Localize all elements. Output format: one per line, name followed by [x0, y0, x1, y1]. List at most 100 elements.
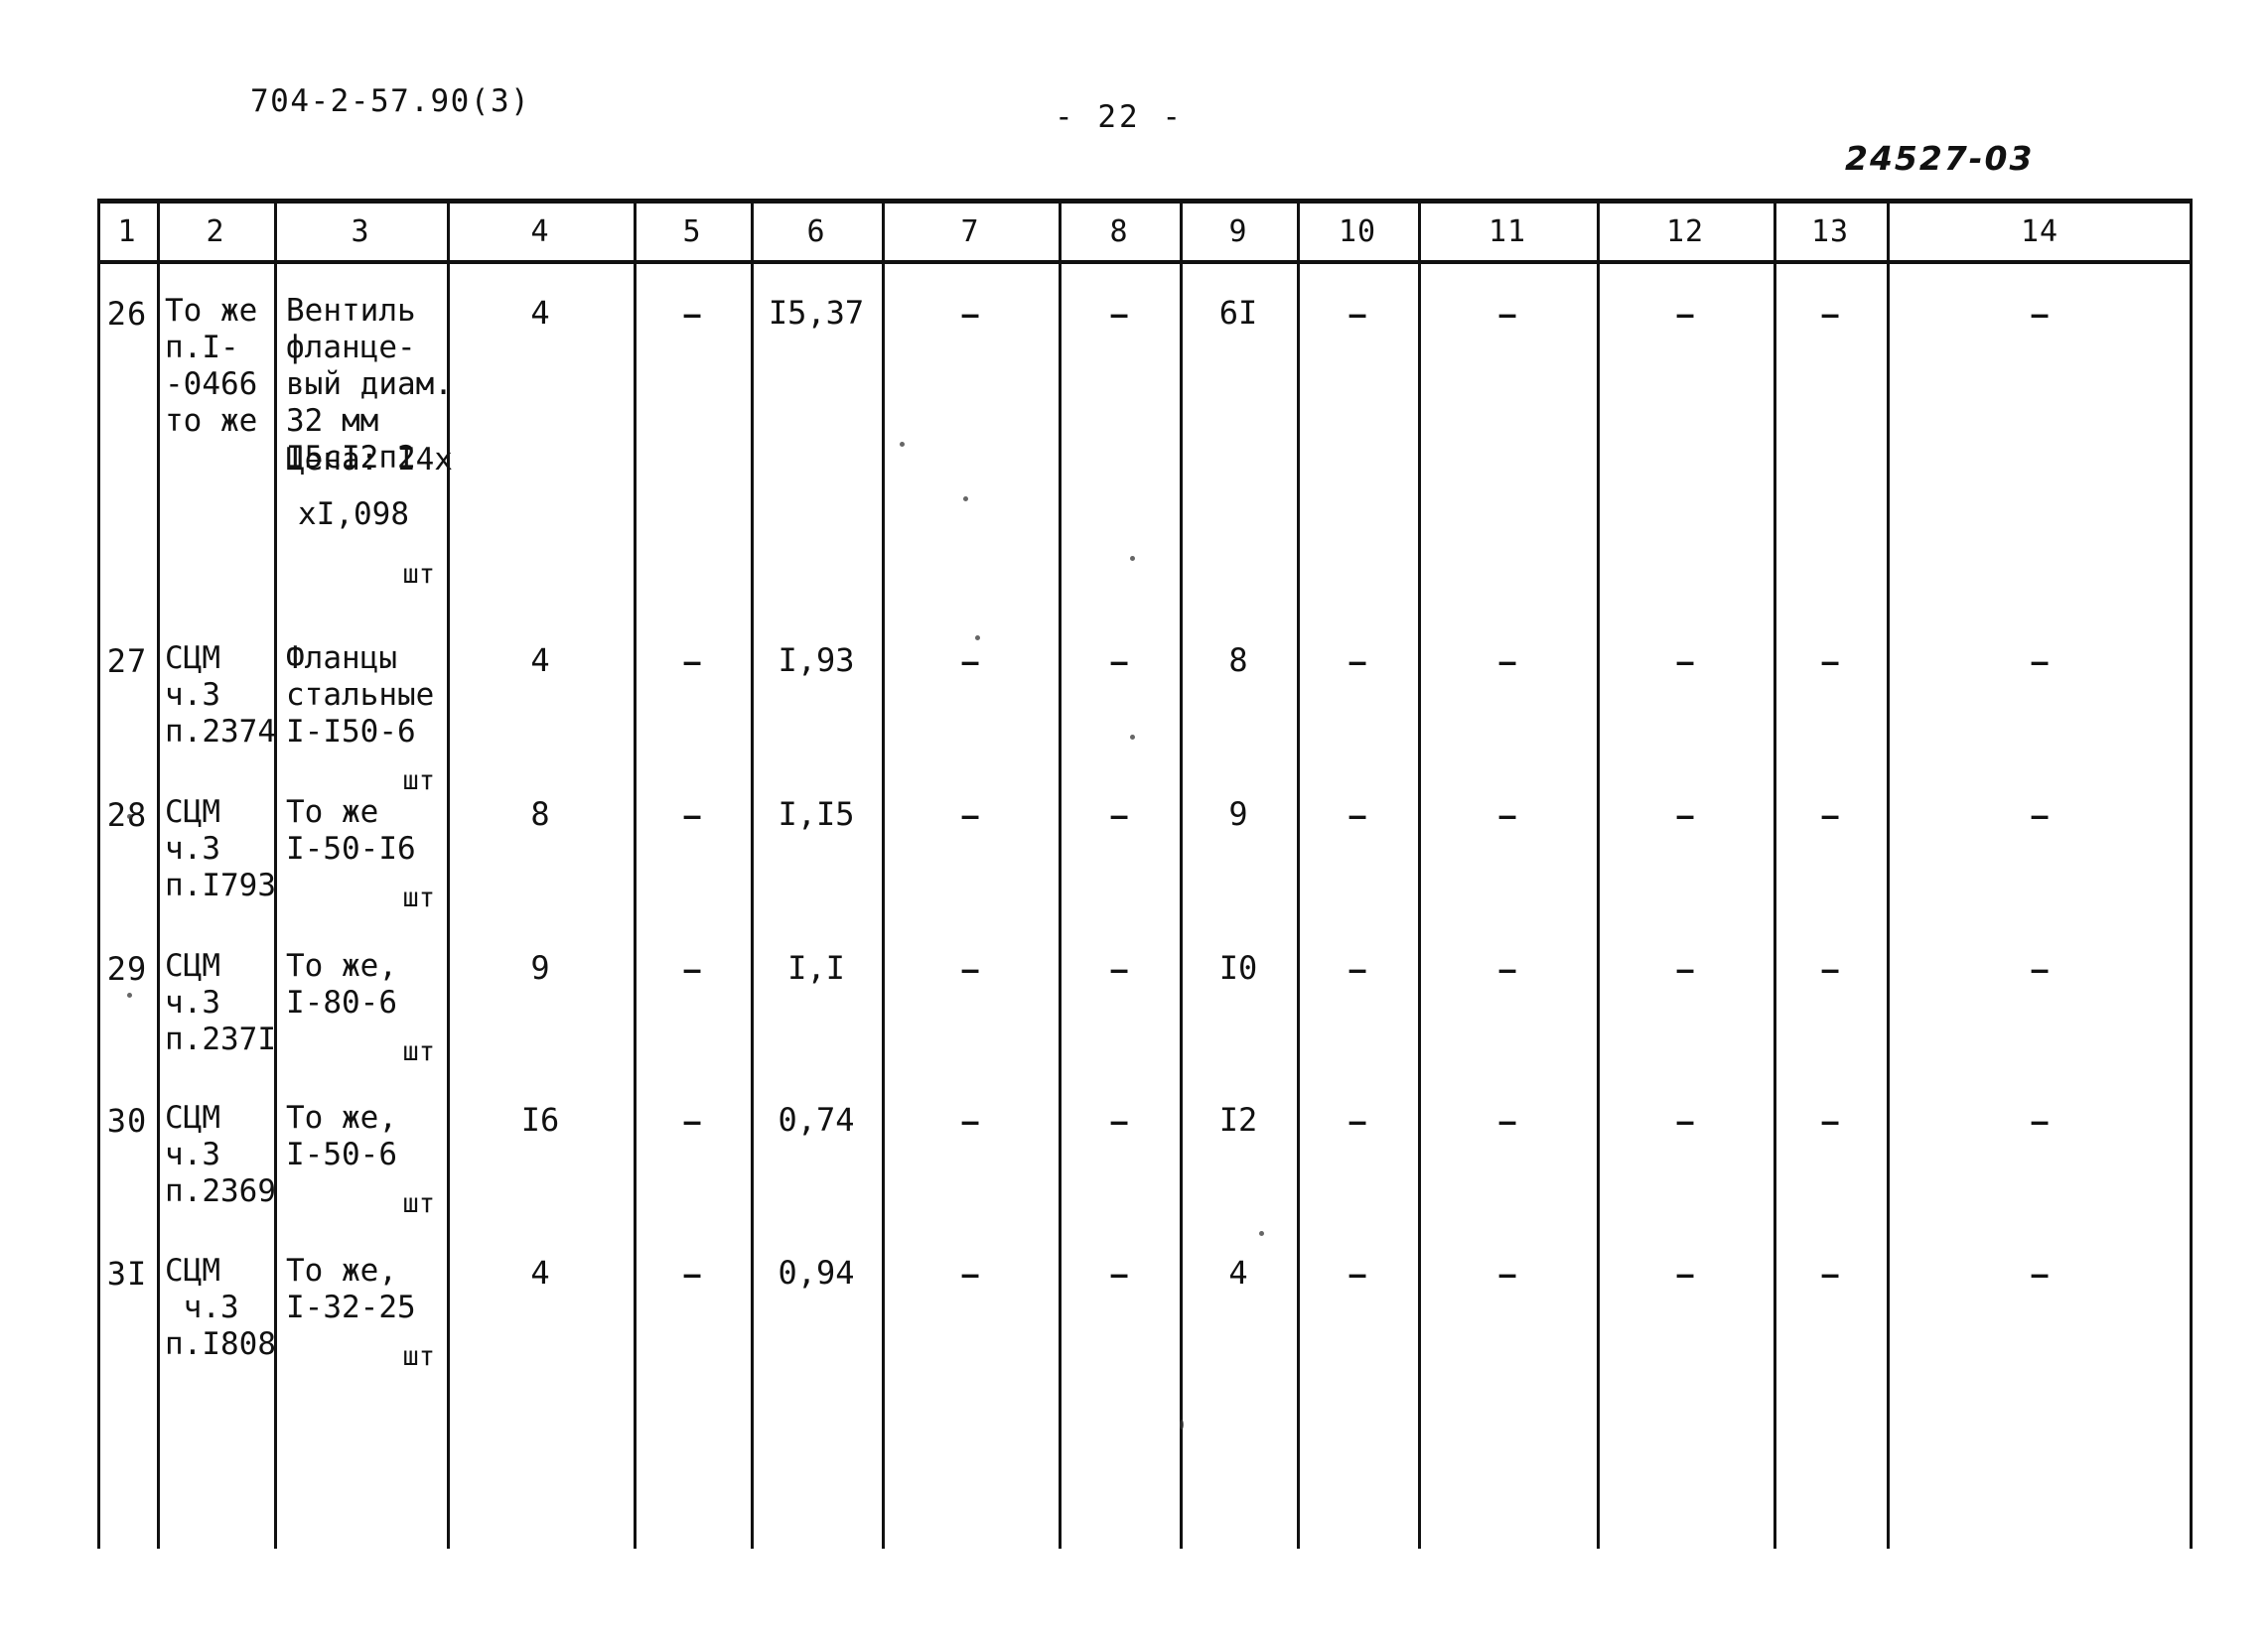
row-col8-value: —	[1110, 799, 1128, 832]
row-unit-price: 0,94	[778, 1254, 855, 1292]
row-col8-value: —	[1110, 1258, 1128, 1291]
table-right-edge	[2190, 204, 2193, 1549]
row-col13-value: —	[1821, 645, 1839, 678]
row-col11-value: —	[1498, 1258, 1516, 1291]
row-col14-value: —	[2031, 298, 2049, 331]
row-col11-value: —	[1498, 953, 1516, 986]
column-separator-8	[1180, 204, 1183, 1549]
column-header-1: 1	[117, 214, 137, 249]
scan-speck	[1130, 556, 1135, 561]
row-unit-price: 0,74	[778, 1101, 855, 1139]
row-description: То же I-50-I6	[286, 794, 416, 867]
row-col5-value: —	[683, 953, 701, 986]
row-description: То же, I-32-25	[286, 1253, 416, 1325]
row-number: 26	[106, 295, 148, 333]
row-col8-value: —	[1110, 953, 1128, 986]
row-col11-value: —	[1498, 1105, 1516, 1138]
row-col7-value: —	[961, 645, 979, 678]
column-separator-11	[1597, 204, 1600, 1549]
row-col14-value: —	[2031, 1105, 2049, 1138]
row-unit: шт	[402, 1188, 435, 1219]
row-col5-value: —	[683, 1105, 701, 1138]
column-separator-1	[157, 204, 160, 1549]
row-quantity: 4	[530, 1254, 550, 1292]
row-total-price: 8	[1228, 641, 1248, 679]
table-header-rule	[97, 260, 2193, 264]
specification-table: 1 2 3 4 5 6 7 8 9 10 11 12 13 14 26 То же п.I- -0466 т…	[97, 199, 2193, 1549]
row-unit: шт	[402, 1036, 435, 1067]
row-col12-value: —	[1676, 1258, 1694, 1291]
row-source-ref: СЦМ ч.3 п.I793	[165, 794, 276, 903]
row-total-price: 9	[1228, 795, 1248, 833]
column-header-3: 3	[351, 214, 370, 249]
scan-speck	[127, 993, 132, 998]
row-number: 3I	[106, 1255, 148, 1293]
row-col12-value: —	[1676, 799, 1694, 832]
column-separator-12	[1773, 204, 1776, 1549]
scan-speck	[127, 814, 132, 819]
row-col7-value: —	[961, 799, 979, 832]
column-header-11: 11	[1488, 214, 1527, 249]
row-col14-value: —	[2031, 1258, 2049, 1291]
row-col14-value: —	[2031, 953, 2049, 986]
row-col13-value: —	[1821, 1258, 1839, 1291]
row-price-line-1: Цена: I4х	[286, 442, 453, 478]
row-number: 29	[106, 950, 148, 988]
row-col12-value: —	[1676, 645, 1694, 678]
row-col8-value: —	[1110, 298, 1128, 331]
row-description: То же, I-50-6	[286, 1100, 397, 1172]
row-col5-value: —	[683, 645, 701, 678]
row-unit-price: I5,37	[768, 294, 865, 332]
row-unit: шт	[402, 559, 435, 590]
row-number: 27	[106, 642, 148, 680]
row-col10-value: —	[1348, 799, 1366, 832]
scan-speck	[963, 496, 968, 501]
row-total-price: I2	[1218, 1101, 1258, 1139]
row-col11-value: —	[1498, 799, 1516, 832]
page-number: - 22 -	[1055, 99, 1184, 135]
row-quantity: 4	[530, 641, 550, 679]
row-col10-value: —	[1348, 953, 1366, 986]
scan-speck	[1259, 1231, 1264, 1236]
row-col12-value: —	[1676, 953, 1694, 986]
column-header-10: 10	[1338, 214, 1377, 249]
row-col12-value: —	[1676, 298, 1694, 331]
column-separator-7	[1059, 204, 1062, 1549]
row-unit-price: I,I5	[778, 795, 855, 833]
row-col14-value: —	[2031, 799, 2049, 832]
row-total-price: I0	[1218, 949, 1258, 987]
row-col14-value: —	[2031, 645, 2049, 678]
column-header-7: 7	[960, 214, 980, 249]
row-col7-value: —	[961, 298, 979, 331]
row-unit: шт	[402, 1341, 435, 1372]
row-source-ref: То же п.I- -0466 то же	[165, 293, 258, 439]
row-unit-price: I,93	[778, 641, 855, 679]
column-header-4: 4	[530, 214, 550, 249]
column-header-9: 9	[1228, 214, 1248, 249]
row-description: Фланцы стальные I-I50-6	[286, 640, 435, 750]
table-left-edge	[97, 204, 100, 1549]
row-source-ref: СЦМ ч.3 п.I808	[165, 1253, 276, 1362]
row-description: То же, I-80-6	[286, 948, 397, 1021]
column-separator-4	[634, 204, 637, 1549]
column-header-2: 2	[206, 214, 225, 249]
row-col8-value: —	[1110, 1105, 1128, 1138]
table-top-rule	[97, 199, 2193, 204]
row-col13-value: —	[1821, 298, 1839, 331]
scan-speck	[1180, 1420, 1184, 1430]
scan-speck	[900, 442, 905, 447]
column-separator-10	[1418, 204, 1421, 1549]
row-quantity: 9	[530, 949, 550, 987]
scan-speck	[1130, 735, 1135, 740]
column-header-6: 6	[806, 214, 826, 249]
row-col10-value: —	[1348, 1105, 1366, 1138]
row-unit: шт	[402, 883, 435, 913]
column-header-12: 12	[1665, 214, 1705, 249]
row-col10-value: —	[1348, 645, 1366, 678]
row-number: 30	[106, 1102, 148, 1140]
row-unit-price: I,I	[787, 949, 845, 987]
column-separator-9	[1297, 204, 1300, 1549]
row-source-ref: СЦМ ч.3 п.2369	[165, 1100, 276, 1209]
row-col5-value: —	[683, 298, 701, 331]
row-col11-value: —	[1498, 298, 1516, 331]
